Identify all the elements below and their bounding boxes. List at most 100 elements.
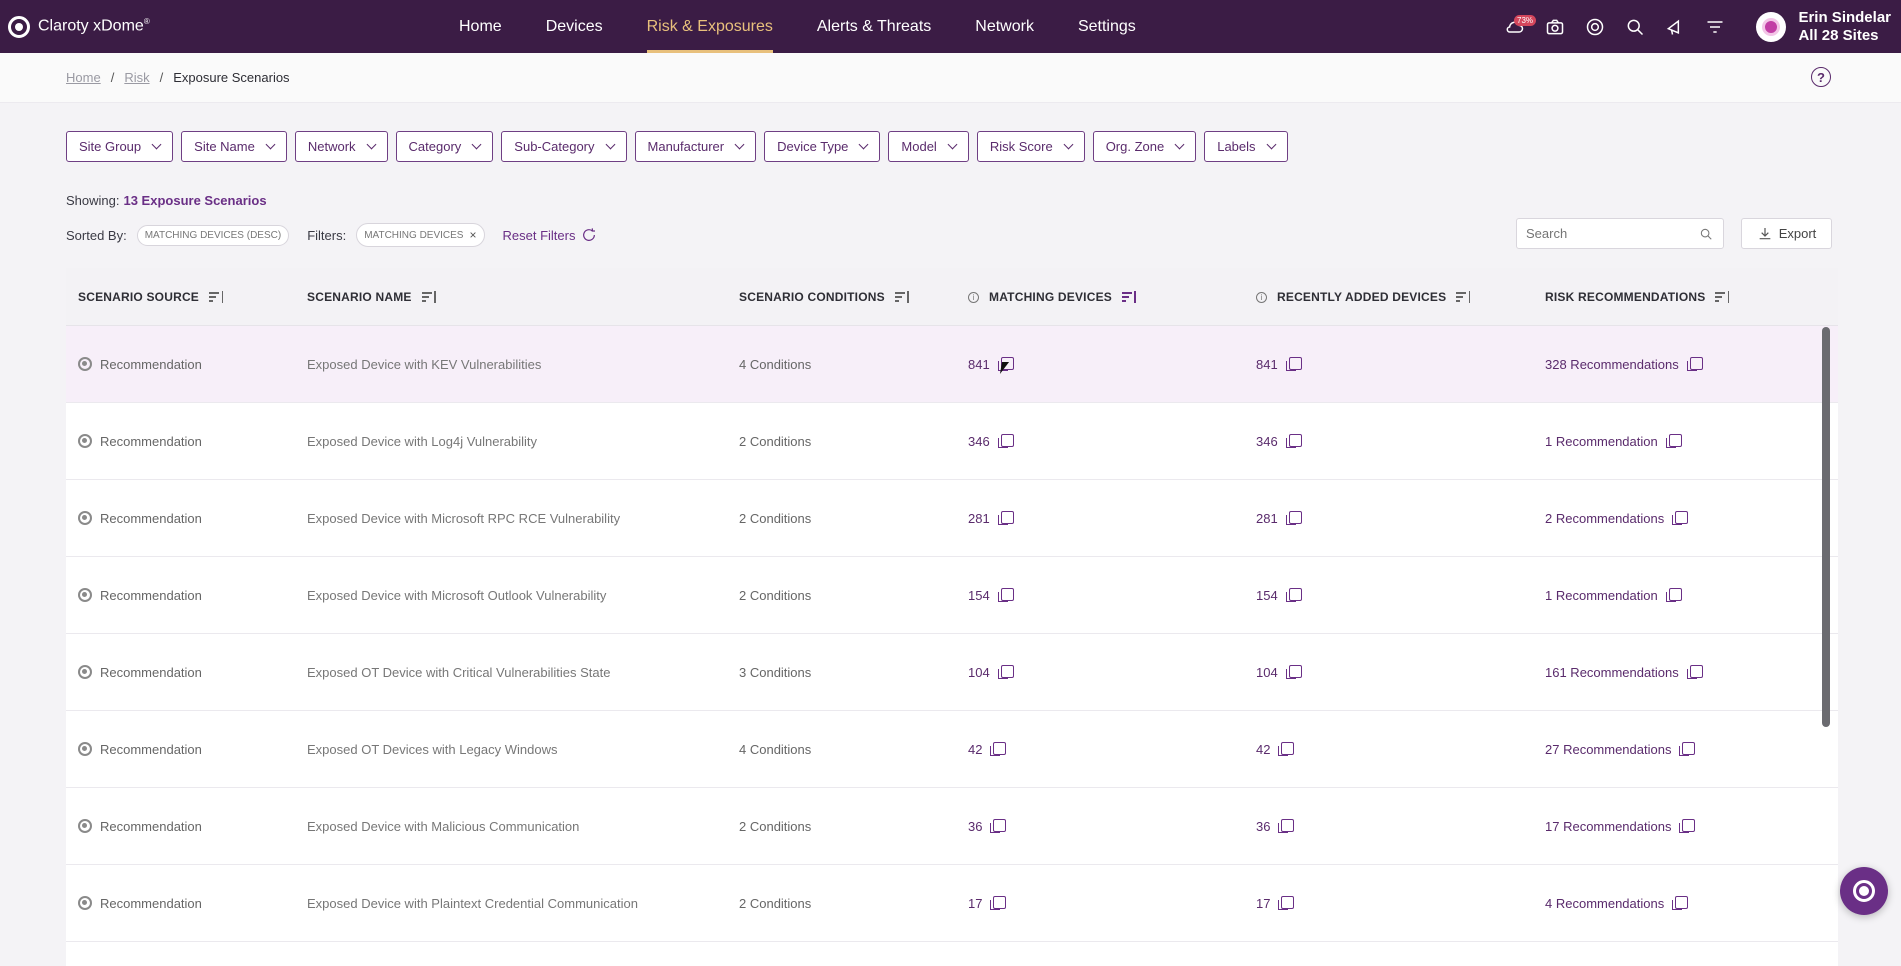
recommendations-link[interactable]: 1 Recommendation bbox=[1545, 433, 1682, 449]
sort-desc-icon[interactable] bbox=[1121, 291, 1137, 303]
col-recently-added-devices[interactable]: i RECENTLY ADDED DEVICES bbox=[1256, 268, 1471, 326]
nav-settings[interactable]: Settings bbox=[1056, 0, 1158, 53]
breadcrumb-home[interactable]: Home bbox=[66, 70, 101, 85]
table-row[interactable]: Recommendation Exposed Device with KEV V… bbox=[66, 326, 1838, 403]
matching-devices-link[interactable]: 17 bbox=[968, 895, 1007, 911]
nav-home[interactable]: Home bbox=[437, 0, 524, 53]
filter-icon[interactable] bbox=[1704, 16, 1726, 38]
info-icon[interactable]: i bbox=[1256, 291, 1267, 303]
matching-devices-link[interactable]: 36 bbox=[968, 818, 1007, 834]
recommendations-link[interactable]: 328 Recommendations bbox=[1545, 356, 1703, 372]
col-matching-devices[interactable]: i MATCHING DEVICES bbox=[968, 268, 1137, 326]
matching-devices-link[interactable]: 42 bbox=[968, 741, 1007, 757]
nav-network[interactable]: Network bbox=[953, 0, 1056, 53]
open-in-new-icon[interactable] bbox=[1285, 356, 1302, 372]
table-row[interactable]: Recommendation Exposed Device with Micro… bbox=[66, 480, 1838, 557]
search-input[interactable] bbox=[1517, 219, 1687, 248]
recommendations-link[interactable]: 4 Recommendations bbox=[1545, 895, 1689, 911]
breadcrumb-risk[interactable]: Risk bbox=[124, 70, 149, 85]
open-in-new-icon[interactable] bbox=[990, 895, 1007, 911]
open-in-new-icon[interactable] bbox=[1285, 664, 1302, 680]
recently-added-link[interactable]: 346 bbox=[1256, 433, 1302, 449]
info-icon[interactable]: i bbox=[968, 291, 979, 303]
recommendations-link[interactable]: 27 Recommendations bbox=[1545, 741, 1696, 757]
open-in-new-icon[interactable] bbox=[1665, 433, 1682, 449]
open-in-new-icon[interactable] bbox=[990, 741, 1007, 757]
filter-sub-category[interactable]: Sub-Category bbox=[501, 131, 627, 162]
open-in-new-icon[interactable] bbox=[1672, 510, 1689, 526]
table-scrollbar[interactable] bbox=[1822, 327, 1830, 727]
user-menu[interactable]: Erin Sindelar All 28 Sites bbox=[1756, 0, 1891, 53]
recently-added-link[interactable]: 841 bbox=[1256, 356, 1302, 372]
table-row[interactable]: Recommendation Exposed OT Devices with L… bbox=[66, 711, 1838, 788]
table-row[interactable]: Recommendation Exposed Device with Malic… bbox=[66, 788, 1838, 865]
matching-devices-link[interactable]: 346 bbox=[968, 433, 1014, 449]
sort-icon[interactable] bbox=[209, 291, 224, 303]
table-row[interactable]: Recommendation Exposed Device with Log4j… bbox=[66, 403, 1838, 480]
recently-added-link[interactable]: 104 bbox=[1256, 664, 1302, 680]
nav-risk-exposures[interactable]: Risk & Exposures bbox=[625, 0, 795, 53]
filter-labels[interactable]: Labels bbox=[1204, 131, 1288, 162]
remove-filter-icon[interactable]: × bbox=[469, 228, 476, 242]
table-row[interactable]: Recommendation Exposed Device with Plain… bbox=[66, 865, 1838, 942]
help-icon[interactable]: ? bbox=[1811, 67, 1831, 87]
filter-category[interactable]: Category bbox=[395, 131, 494, 162]
open-in-new-icon[interactable] bbox=[997, 510, 1014, 526]
reset-filters-button[interactable]: Reset Filters bbox=[503, 227, 598, 243]
recommendations-link[interactable]: 161 Recommendations bbox=[1545, 664, 1703, 680]
sort-chip[interactable]: MATCHING DEVICES (DESC) bbox=[136, 224, 290, 246]
filter-manufacturer[interactable]: Manufacturer bbox=[634, 131, 757, 162]
filter-model[interactable]: Model bbox=[888, 131, 969, 162]
open-in-new-icon[interactable] bbox=[1672, 895, 1689, 911]
camera-icon[interactable] bbox=[1544, 16, 1566, 38]
brand[interactable]: Claroty xDome® bbox=[8, 0, 150, 53]
open-in-new-icon[interactable] bbox=[1679, 741, 1696, 757]
col-scenario-conditions[interactable]: SCENARIO CONDITIONS bbox=[739, 268, 910, 326]
table-row[interactable]: Recommendation Exposed Device with Micro… bbox=[66, 557, 1838, 634]
filter-site-group[interactable]: Site Group bbox=[66, 131, 174, 162]
open-in-new-icon[interactable] bbox=[1278, 818, 1295, 834]
recently-added-link[interactable]: 281 bbox=[1256, 510, 1302, 526]
filter-device-type[interactable]: Device Type bbox=[764, 131, 881, 162]
open-in-new-icon[interactable] bbox=[990, 818, 1007, 834]
matching-devices-link[interactable]: 104 bbox=[968, 664, 1014, 680]
col-scenario-source[interactable]: SCENARIO SOURCE bbox=[78, 268, 224, 326]
matching-devices-link[interactable]: 154 bbox=[968, 587, 1014, 603]
table-row[interactable]: Recommendation Exposed OT Device with Cr… bbox=[66, 634, 1838, 711]
recommendations-link[interactable]: 1 Recommendation bbox=[1545, 587, 1682, 603]
sort-icon[interactable] bbox=[1715, 291, 1730, 303]
open-in-new-icon[interactable] bbox=[997, 433, 1014, 449]
recently-added-link[interactable]: 154 bbox=[1256, 587, 1302, 603]
open-in-new-icon[interactable] bbox=[1665, 587, 1682, 603]
open-in-new-icon[interactable] bbox=[1285, 587, 1302, 603]
open-in-new-icon[interactable] bbox=[1686, 356, 1703, 372]
cloud-sync-icon[interactable]: 73% bbox=[1504, 14, 1537, 38]
open-in-new-icon[interactable] bbox=[1285, 433, 1302, 449]
open-in-new-icon[interactable] bbox=[997, 587, 1014, 603]
recommendations-link[interactable]: 17 Recommendations bbox=[1545, 818, 1696, 834]
nav-alerts-threats[interactable]: Alerts & Threats bbox=[795, 0, 953, 53]
col-scenario-name[interactable]: SCENARIO NAME bbox=[307, 268, 437, 326]
search-icon[interactable] bbox=[1624, 16, 1646, 38]
recommendations-link[interactable]: 2 Recommendations bbox=[1545, 510, 1689, 526]
open-in-new-icon[interactable] bbox=[997, 664, 1014, 680]
open-in-new-icon[interactable] bbox=[1285, 510, 1302, 526]
search-box[interactable] bbox=[1516, 218, 1724, 249]
open-in-new-icon[interactable] bbox=[1679, 818, 1696, 834]
open-in-new-icon[interactable] bbox=[1278, 741, 1295, 757]
open-in-new-icon[interactable] bbox=[1278, 895, 1295, 911]
filter-network[interactable]: Network bbox=[294, 131, 388, 162]
recently-added-link[interactable]: 42 bbox=[1256, 741, 1295, 757]
announcement-icon[interactable] bbox=[1664, 16, 1686, 38]
support-icon[interactable] bbox=[1584, 16, 1606, 38]
sort-icon[interactable] bbox=[421, 291, 437, 303]
recently-added-link[interactable]: 17 bbox=[1256, 895, 1295, 911]
filter-risk-score[interactable]: Risk Score bbox=[976, 131, 1085, 162]
nav-devices[interactable]: Devices bbox=[524, 0, 625, 53]
filter-site-name[interactable]: Site Name bbox=[181, 131, 287, 162]
col-risk-recommendations[interactable]: RISK RECOMMENDATIONS bbox=[1545, 268, 1730, 326]
matching-devices-link[interactable]: 281 bbox=[968, 510, 1014, 526]
filter-chip[interactable]: MATCHING DEVICES × bbox=[356, 223, 485, 247]
sort-icon[interactable] bbox=[894, 291, 910, 303]
open-in-new-icon[interactable] bbox=[1686, 664, 1703, 680]
